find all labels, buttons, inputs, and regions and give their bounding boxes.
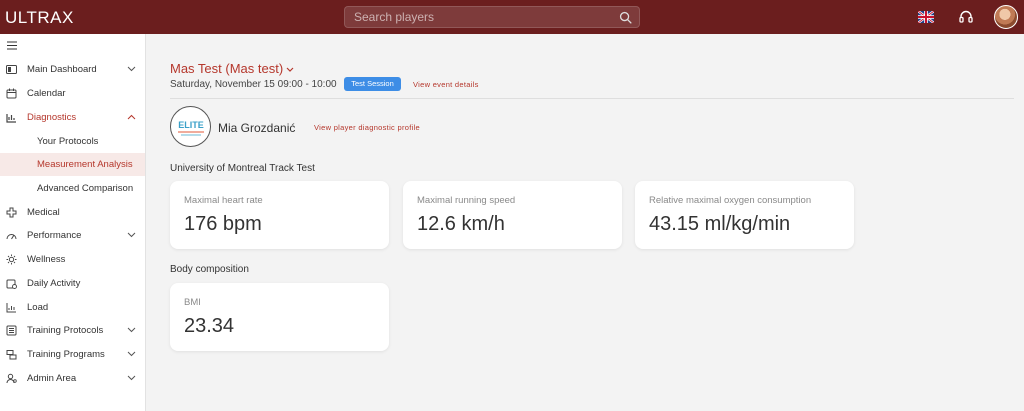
sidebar-item-label: Load [27,302,49,313]
sidebar-item-label: Admin Area [27,373,77,384]
player-name: Mia Grozdanić [218,121,296,135]
sidebar-item-label: Your Protocols [37,136,99,147]
sidebar-item-calendar[interactable]: Calendar [0,82,145,105]
sidebar-item-wellness[interactable]: Wellness [0,248,145,271]
metric-label: Maximal heart rate [184,195,263,206]
hamburger-menu-icon[interactable] [7,41,17,50]
calendar-icon [6,88,17,99]
program-icon [6,350,17,360]
metric-card-relative-vo2max: Relative maximal oxygen consumption 43.1… [635,181,854,249]
sidebar-item-label: Advanced Comparison [37,183,134,194]
metric-label: Relative maximal oxygen consumption [649,195,812,206]
metric-label: BMI [184,297,201,308]
view-event-details-link[interactable]: View event details [413,80,479,89]
metric-value: 176 bpm [184,213,262,235]
performance-icon [6,234,17,240]
event-title: Mas Test (Mas test) [170,61,284,76]
uk-flag-icon[interactable] [918,11,934,23]
section-title: University of Montreal Track Test [170,163,315,174]
sidebar-item-your-protocols[interactable]: Your Protocols [0,130,145,153]
sidebar-item-label: Daily Activity [27,278,81,289]
top-bar: ULTRAX [0,0,1024,34]
main-content: Mas Test (Mas test) Saturday, November 1… [146,34,1024,411]
metric-label: Maximal running speed [417,195,516,206]
chevron-down-icon [127,327,136,333]
player-club-logo: ELITE [170,106,211,147]
protocol-list-icon [6,325,17,336]
chevron-down-icon [127,66,136,72]
sidebar-item-training-protocols[interactable]: Training Protocols [0,319,145,342]
sidebar-item-label: Medical [27,207,60,218]
metric-card-max-heart-rate: Maximal heart rate 176 bpm [170,181,389,249]
load-chart-icon [6,303,16,313]
sun-icon [6,254,17,265]
sidebar-item-label: Main Dashboard [27,64,97,75]
sidebar-item-main-dashboard[interactable]: Main Dashboard [0,58,145,81]
metric-value: 23.34 [184,315,235,337]
metric-value: 12.6 km/h [417,213,505,235]
sidebar-item-diagnostics[interactable]: Diagnostics [0,106,145,129]
metric-value: 43.15 ml/kg/min [649,213,791,235]
chevron-down-icon [286,67,294,72]
sidebar: Main Dashboard Calendar Diagnostics Your… [0,34,146,411]
sidebar-item-label: Calendar [27,88,66,99]
sidebar-item-measurement-analysis[interactable]: Measurement Analysis [0,153,145,176]
search-input[interactable] [345,7,639,27]
search-box[interactable] [344,6,640,28]
diagnostics-icon [6,114,16,123]
app-logo[interactable]: ULTRAX [5,8,74,28]
event-title-dropdown[interactable]: Mas Test (Mas test) [170,61,294,76]
club-logo-image: ELITE [177,120,204,135]
sidebar-item-medical[interactable]: Medical [0,201,145,224]
chevron-up-icon [127,114,136,120]
activity-calendar-icon [6,279,17,289]
chevron-down-icon [127,232,136,238]
sidebar-item-label: Performance [27,230,82,241]
medical-cross-icon [6,207,17,218]
sidebar-item-training-programs[interactable]: Training Programs [0,343,145,366]
sidebar-item-label: Training Protocols [27,325,104,336]
divider [170,98,1014,99]
sidebar-item-load[interactable]: Load [0,296,145,319]
sidebar-item-label: Training Programs [27,349,105,360]
section-title: Body composition [170,264,249,275]
session-type-badge: Test Session [344,77,401,91]
metric-card-max-running-speed: Maximal running speed 12.6 km/h [403,181,622,249]
chevron-down-icon [127,351,136,357]
view-player-profile-link[interactable]: View player diagnostic profile [314,123,420,132]
sidebar-item-label: Wellness [27,254,66,265]
sidebar-item-admin-area[interactable]: Admin Area [0,367,145,390]
search-icon[interactable] [619,11,632,24]
sidebar-item-advanced-comparison[interactable]: Advanced Comparison [0,177,145,200]
dashboard-icon [6,65,17,74]
event-date: Saturday, November 15 09:00 - 10:00 [170,79,337,90]
sidebar-item-label: Diagnostics [27,112,77,123]
sidebar-item-label: Measurement Analysis [37,159,133,170]
club-logo-text: ELITE [178,120,204,130]
admin-user-icon [6,373,17,384]
support-headset-icon[interactable] [958,9,974,25]
sidebar-item-daily-activity[interactable]: Daily Activity [0,272,145,295]
metric-card-bmi: BMI 23.34 [170,283,389,351]
sidebar-item-performance[interactable]: Performance [0,224,145,247]
user-avatar[interactable] [994,5,1018,29]
chevron-down-icon [127,375,136,381]
